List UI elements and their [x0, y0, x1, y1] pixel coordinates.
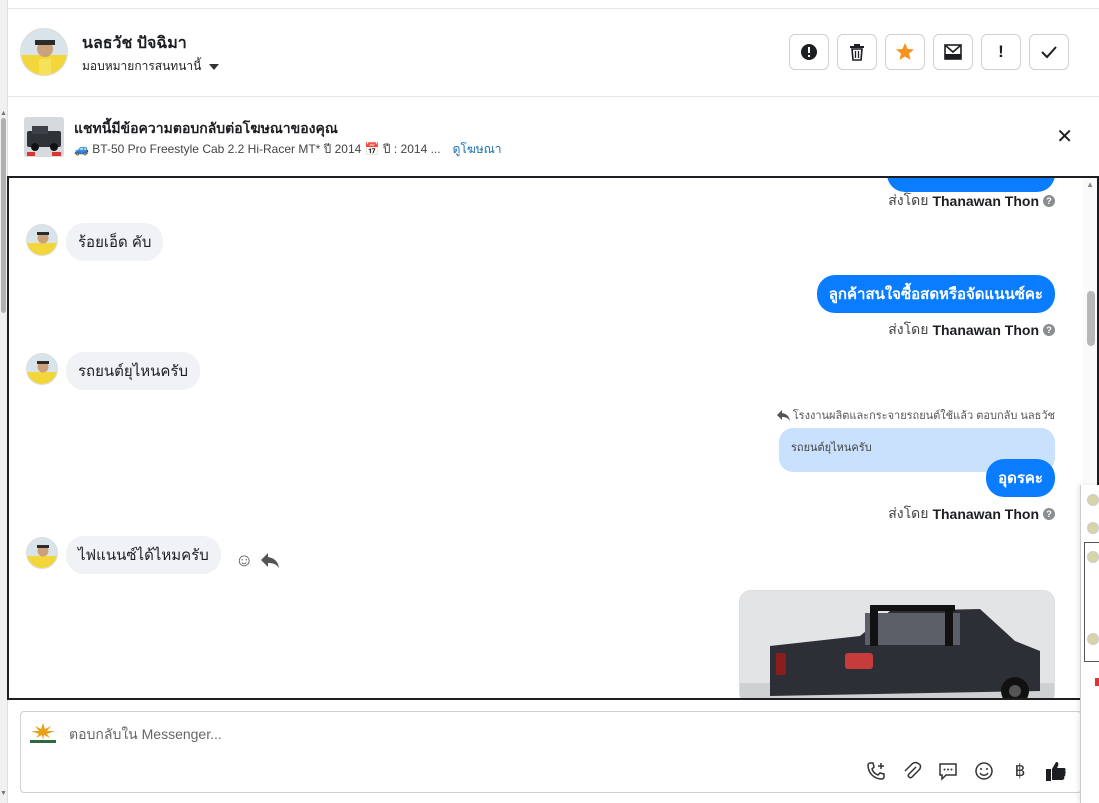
sent-by-label: ส่งโดย Thanawan Thon ? [888, 319, 1055, 341]
reply-message-input[interactable] [69, 726, 769, 742]
sender-name: Thanawan Thon [932, 322, 1039, 338]
check-icon [1041, 46, 1057, 59]
reply-context-note: โรงงานผลิตและกระจายรถยนต์ใช้แล้ว ตอบกลับ… [776, 406, 1055, 424]
view-ad-link[interactable]: ดูโฆษณา [453, 140, 502, 159]
message-hover-tools: ☺ [235, 550, 280, 571]
message-bubble-incoming[interactable]: รถยนต์ยุไหนครับ [66, 352, 201, 390]
avatar[interactable] [1087, 522, 1099, 534]
done-button[interactable] [1029, 34, 1069, 70]
star-icon [896, 43, 914, 60]
sent-by-label: ส่งโดย Thanawan Thon ? [888, 503, 1055, 525]
call-add-icon[interactable] [865, 760, 887, 782]
contact-avatar-small[interactable] [26, 537, 58, 569]
ad-banner-subtitle-row: 🚙 BT-50 Pro Freestyle Cab 2.2 Hi-Racer M… [74, 140, 502, 159]
contact-avatar[interactable] [20, 28, 68, 76]
message-bubble-incoming[interactable]: ร้อยเอ็ด คับ [66, 223, 164, 261]
reply-arrow-icon [776, 409, 790, 421]
message-bubble-incoming[interactable]: ไฟแนนซ์ได้ไหมครับ [66, 536, 221, 574]
mark-unread-button[interactable] [933, 34, 973, 70]
reply-icon[interactable] [261, 553, 280, 568]
sender-name: Thanawan Thon [932, 193, 1039, 209]
chevron-down-icon [209, 63, 220, 70]
baht-payment-icon[interactable]: ฿ [1009, 760, 1031, 782]
assign-label: มอบหมายการสนทนานี้ [82, 59, 202, 73]
delete-button[interactable] [837, 34, 877, 70]
trash-icon [850, 44, 864, 61]
message-composer: ฿ [20, 711, 1082, 793]
contact-avatar-small[interactable] [26, 353, 58, 385]
sender-name: Thanawan Thon [932, 506, 1039, 522]
avatar[interactable] [1087, 633, 1099, 645]
envelope-icon [944, 44, 962, 60]
assign-conversation-dropdown[interactable]: มอบหมายการสนทนานี้ [82, 57, 220, 76]
side-panel-partial [1080, 485, 1099, 803]
avatar[interactable] [1087, 551, 1099, 563]
scroll-up-arrow-icon[interactable]: ▲ [0, 110, 7, 117]
sent-by-label: ส่งโดย Thanawan Thon ? [888, 190, 1055, 212]
emoji-icon[interactable] [973, 760, 995, 782]
scroll-down-arrow-icon[interactable]: ▼ [0, 790, 7, 797]
message-bubble-outgoing[interactable]: อุดรคะ [986, 459, 1055, 497]
left-scrollbar-thumb[interactable] [1, 118, 6, 313]
composer-toolbar: ฿ [865, 760, 1067, 782]
alert-circle-icon [801, 44, 817, 60]
message-bubble-outgoing[interactable]: ลูกค้าสนใจซื้อสดหรือจัดแนนซ์คะ [816, 275, 1055, 313]
help-icon[interactable]: ? [1043, 508, 1055, 520]
avatar[interactable] [1087, 494, 1099, 506]
paperclip-icon[interactable] [901, 760, 923, 782]
messenger-inbox-page: ▲ ▼ นลธวัช ปัจฉิมา มอบหมายการสนทนานี้ ! … [0, 0, 1099, 803]
conversation-header: นลธวัช ปัจฉิมา มอบหมายการสนทนานี้ ! [8, 8, 1099, 97]
ad-thumbnail[interactable] [24, 117, 64, 157]
thumbs-up-icon[interactable] [1045, 760, 1067, 782]
help-icon[interactable]: ? [1043, 195, 1055, 207]
thread-scrollbar-thumb[interactable] [1087, 291, 1095, 346]
ad-banner-title: แชทนี้มีข้อความตอบกลับต่อโฆษณาของคุณ [74, 120, 338, 136]
spam-button[interactable] [789, 34, 829, 70]
message-thread[interactable]: ▲ ส่งโดย Thanawan Thon ? ร้อยเอ็ด คับ ลู… [7, 176, 1099, 700]
page-logo-icon [27, 722, 59, 744]
emoji-reaction-icon[interactable]: ☺ [235, 550, 253, 571]
contact-name: นลธวัช ปัจฉิมา [82, 35, 187, 52]
ad-description: 🚙 BT-50 Pro Freestyle Cab 2.2 Hi-Racer M… [74, 142, 441, 156]
help-icon[interactable]: ? [1043, 324, 1055, 336]
close-icon[interactable]: ✕ [1056, 127, 1073, 147]
exclamation-icon: ! [998, 42, 1004, 61]
flag-button[interactable]: ! [981, 34, 1021, 70]
ad-reply-banner: แชทนี้มีข้อความตอบกลับต่อโฆษณาของคุณ 🚙 B… [8, 97, 1099, 176]
status-badge [1095, 678, 1099, 686]
saved-reply-icon[interactable] [937, 760, 959, 782]
message-photo-car[interactable] [739, 590, 1055, 698]
contact-avatar-small[interactable] [26, 224, 58, 256]
header-actions: ! [789, 34, 1069, 70]
scroll-up-arrow-icon[interactable]: ▲ [1086, 180, 1094, 189]
star-button[interactable] [885, 34, 925, 70]
